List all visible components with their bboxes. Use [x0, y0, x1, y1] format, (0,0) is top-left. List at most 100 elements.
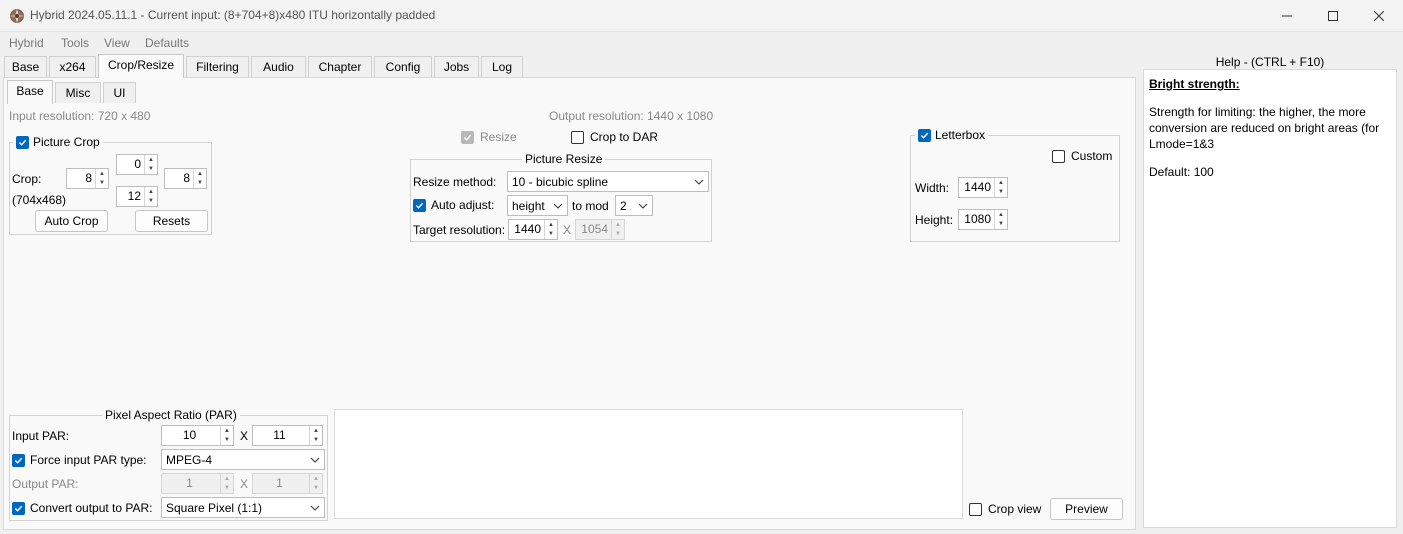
- auto-crop-button[interactable]: Auto Crop: [35, 210, 108, 232]
- output-par-a-spinbox[interactable]: 1 ▲ ▼: [161, 473, 234, 494]
- close-button[interactable]: [1356, 0, 1402, 32]
- force-par-option[interactable]: Force input PAR type:: [12, 453, 147, 467]
- convert-par-checkbox[interactable]: [12, 501, 25, 515]
- spin-up-icon[interactable]: ▲: [612, 220, 624, 230]
- maximize-button[interactable]: [1310, 0, 1356, 32]
- tab-audio[interactable]: Audio: [251, 56, 306, 78]
- auto-adjust-select[interactable]: height: [507, 195, 568, 216]
- resize-checkbox[interactable]: [461, 130, 474, 144]
- spin-up-icon[interactable]: ▲: [194, 169, 206, 179]
- spin-up-icon[interactable]: ▲: [221, 474, 233, 484]
- crop-top-spinbox[interactable]: 0 ▲ ▼: [116, 154, 158, 175]
- tab-jobs[interactable]: Jobs: [434, 56, 479, 78]
- letterbox-legend: Letterbox: [915, 128, 989, 142]
- custom-checkbox[interactable]: [1052, 149, 1065, 163]
- resets-button[interactable]: Resets: [135, 210, 208, 232]
- help-text: Strength for limiting: the higher, the m…: [1149, 105, 1380, 151]
- force-par-select[interactable]: MPEG-4: [161, 449, 325, 470]
- spin-up-icon[interactable]: ▲: [310, 474, 322, 484]
- check-icon: [415, 202, 424, 209]
- output-par-b-spinbox[interactable]: 1 ▲ ▼: [252, 473, 323, 494]
- preview-area: [334, 409, 963, 519]
- spin-down-icon[interactable]: ▼: [995, 220, 1007, 230]
- crop-to-dar-checkbox[interactable]: [571, 130, 584, 144]
- menu-hybrid[interactable]: Hybrid: [9, 36, 44, 50]
- tab-x264[interactable]: x264: [49, 56, 96, 78]
- spin-up-icon[interactable]: ▲: [310, 426, 322, 436]
- crop-dimensions: (704x468): [12, 193, 67, 207]
- resize-option[interactable]: Resize: [461, 130, 517, 144]
- check-icon: [463, 134, 472, 141]
- tab-chapter[interactable]: Chapter: [308, 56, 372, 78]
- spin-down-icon[interactable]: ▼: [310, 436, 322, 446]
- spin-down-icon[interactable]: ▼: [545, 230, 557, 240]
- spin-down-icon[interactable]: ▼: [221, 436, 233, 446]
- tab-log[interactable]: Log: [481, 56, 523, 78]
- subtab-misc[interactable]: Misc: [55, 82, 101, 104]
- window-title: Hybrid 2024.05.11.1 - Current input: (8+…: [30, 8, 436, 22]
- check-icon: [18, 139, 27, 146]
- mod-select[interactable]: 2: [615, 195, 653, 216]
- spin-up-icon[interactable]: ▲: [145, 187, 157, 197]
- target-resolution-label: Target resolution:: [413, 223, 506, 237]
- convert-par-option[interactable]: Convert output to PAR:: [12, 501, 153, 515]
- tab-config[interactable]: Config: [374, 56, 432, 78]
- convert-par-select[interactable]: Square Pixel (1:1): [161, 497, 325, 518]
- spin-down-icon[interactable]: ▼: [96, 179, 108, 189]
- par-legend: Pixel Aspect Ratio (PAR): [102, 408, 240, 422]
- tab-crop-resize[interactable]: Crop/Resize: [98, 54, 184, 78]
- spin-up-icon[interactable]: ▲: [221, 426, 233, 436]
- letterbox-checkbox[interactable]: [918, 128, 931, 142]
- picture-crop-legend: Picture Crop: [13, 135, 103, 149]
- menu-bar: [0, 32, 1403, 53]
- spin-down-icon[interactable]: ▼: [612, 230, 624, 240]
- crop-right-spinbox[interactable]: 8 ▲ ▼: [164, 168, 207, 189]
- auto-adjust-option[interactable]: Auto adjust:: [413, 198, 494, 212]
- menu-tools[interactable]: Tools: [61, 36, 89, 50]
- minimize-button[interactable]: [1264, 0, 1310, 32]
- spin-up-icon[interactable]: ▲: [995, 210, 1007, 220]
- input-par-b-spinbox[interactable]: 11 ▲ ▼: [252, 425, 323, 446]
- force-par-checkbox[interactable]: [12, 453, 25, 467]
- spin-up-icon[interactable]: ▲: [145, 155, 157, 165]
- crop-view-label: Crop view: [988, 502, 1042, 516]
- crop-view-option[interactable]: Crop view: [969, 502, 1041, 516]
- target-height-spinbox[interactable]: 1054 ▲ ▼: [575, 219, 625, 240]
- chevron-down-icon: [634, 203, 652, 209]
- spin-down-icon[interactable]: ▼: [310, 484, 322, 494]
- spin-down-icon[interactable]: ▼: [995, 188, 1007, 198]
- spin-up-icon[interactable]: ▲: [96, 169, 108, 179]
- target-width-spinbox[interactable]: 1440 ▲ ▼: [508, 219, 558, 240]
- tab-filtering[interactable]: Filtering: [186, 56, 249, 78]
- crop-left-spinbox[interactable]: 8 ▲ ▼: [66, 168, 109, 189]
- crop-to-dar-option[interactable]: Crop to DAR: [571, 130, 658, 144]
- force-par-label: Force input PAR type:: [30, 453, 147, 467]
- letterbox-height-spinbox[interactable]: 1080 ▲ ▼: [958, 209, 1008, 230]
- resize-method-select[interactable]: 10 - bicubic spline: [507, 171, 709, 192]
- spin-down-icon[interactable]: ▼: [194, 179, 206, 189]
- input-par-a-spinbox[interactable]: 10 ▲ ▼: [161, 425, 234, 446]
- check-icon: [14, 457, 23, 464]
- spin-up-icon[interactable]: ▲: [995, 178, 1007, 188]
- subtab-base[interactable]: Base: [7, 80, 53, 104]
- picture-crop-checkbox[interactable]: [16, 135, 29, 149]
- letterbox-width-spinbox[interactable]: 1440 ▲ ▼: [958, 177, 1008, 198]
- spin-down-icon[interactable]: ▼: [145, 165, 157, 175]
- menu-view[interactable]: View: [104, 36, 130, 50]
- auto-adjust-checkbox[interactable]: [413, 198, 426, 212]
- output-par-x-label: X: [240, 477, 249, 491]
- help-heading: Bright strength:: [1149, 77, 1240, 91]
- tab-base[interactable]: Base: [4, 56, 47, 78]
- custom-option[interactable]: Custom: [1052, 149, 1112, 163]
- spin-up-icon[interactable]: ▲: [545, 220, 557, 230]
- check-icon: [14, 505, 23, 512]
- crop-bottom-spinbox[interactable]: 12 ▲ ▼: [116, 186, 158, 207]
- preview-button[interactable]: Preview: [1050, 498, 1123, 520]
- spin-down-icon[interactable]: ▼: [145, 197, 157, 207]
- chevron-down-icon: [549, 203, 567, 209]
- menu-defaults[interactable]: Defaults: [145, 36, 189, 50]
- subtab-ui[interactable]: UI: [103, 82, 136, 104]
- spin-down-icon[interactable]: ▼: [221, 484, 233, 494]
- resize-method-label: Resize method:: [413, 175, 497, 189]
- crop-view-checkbox[interactable]: [969, 502, 982, 516]
